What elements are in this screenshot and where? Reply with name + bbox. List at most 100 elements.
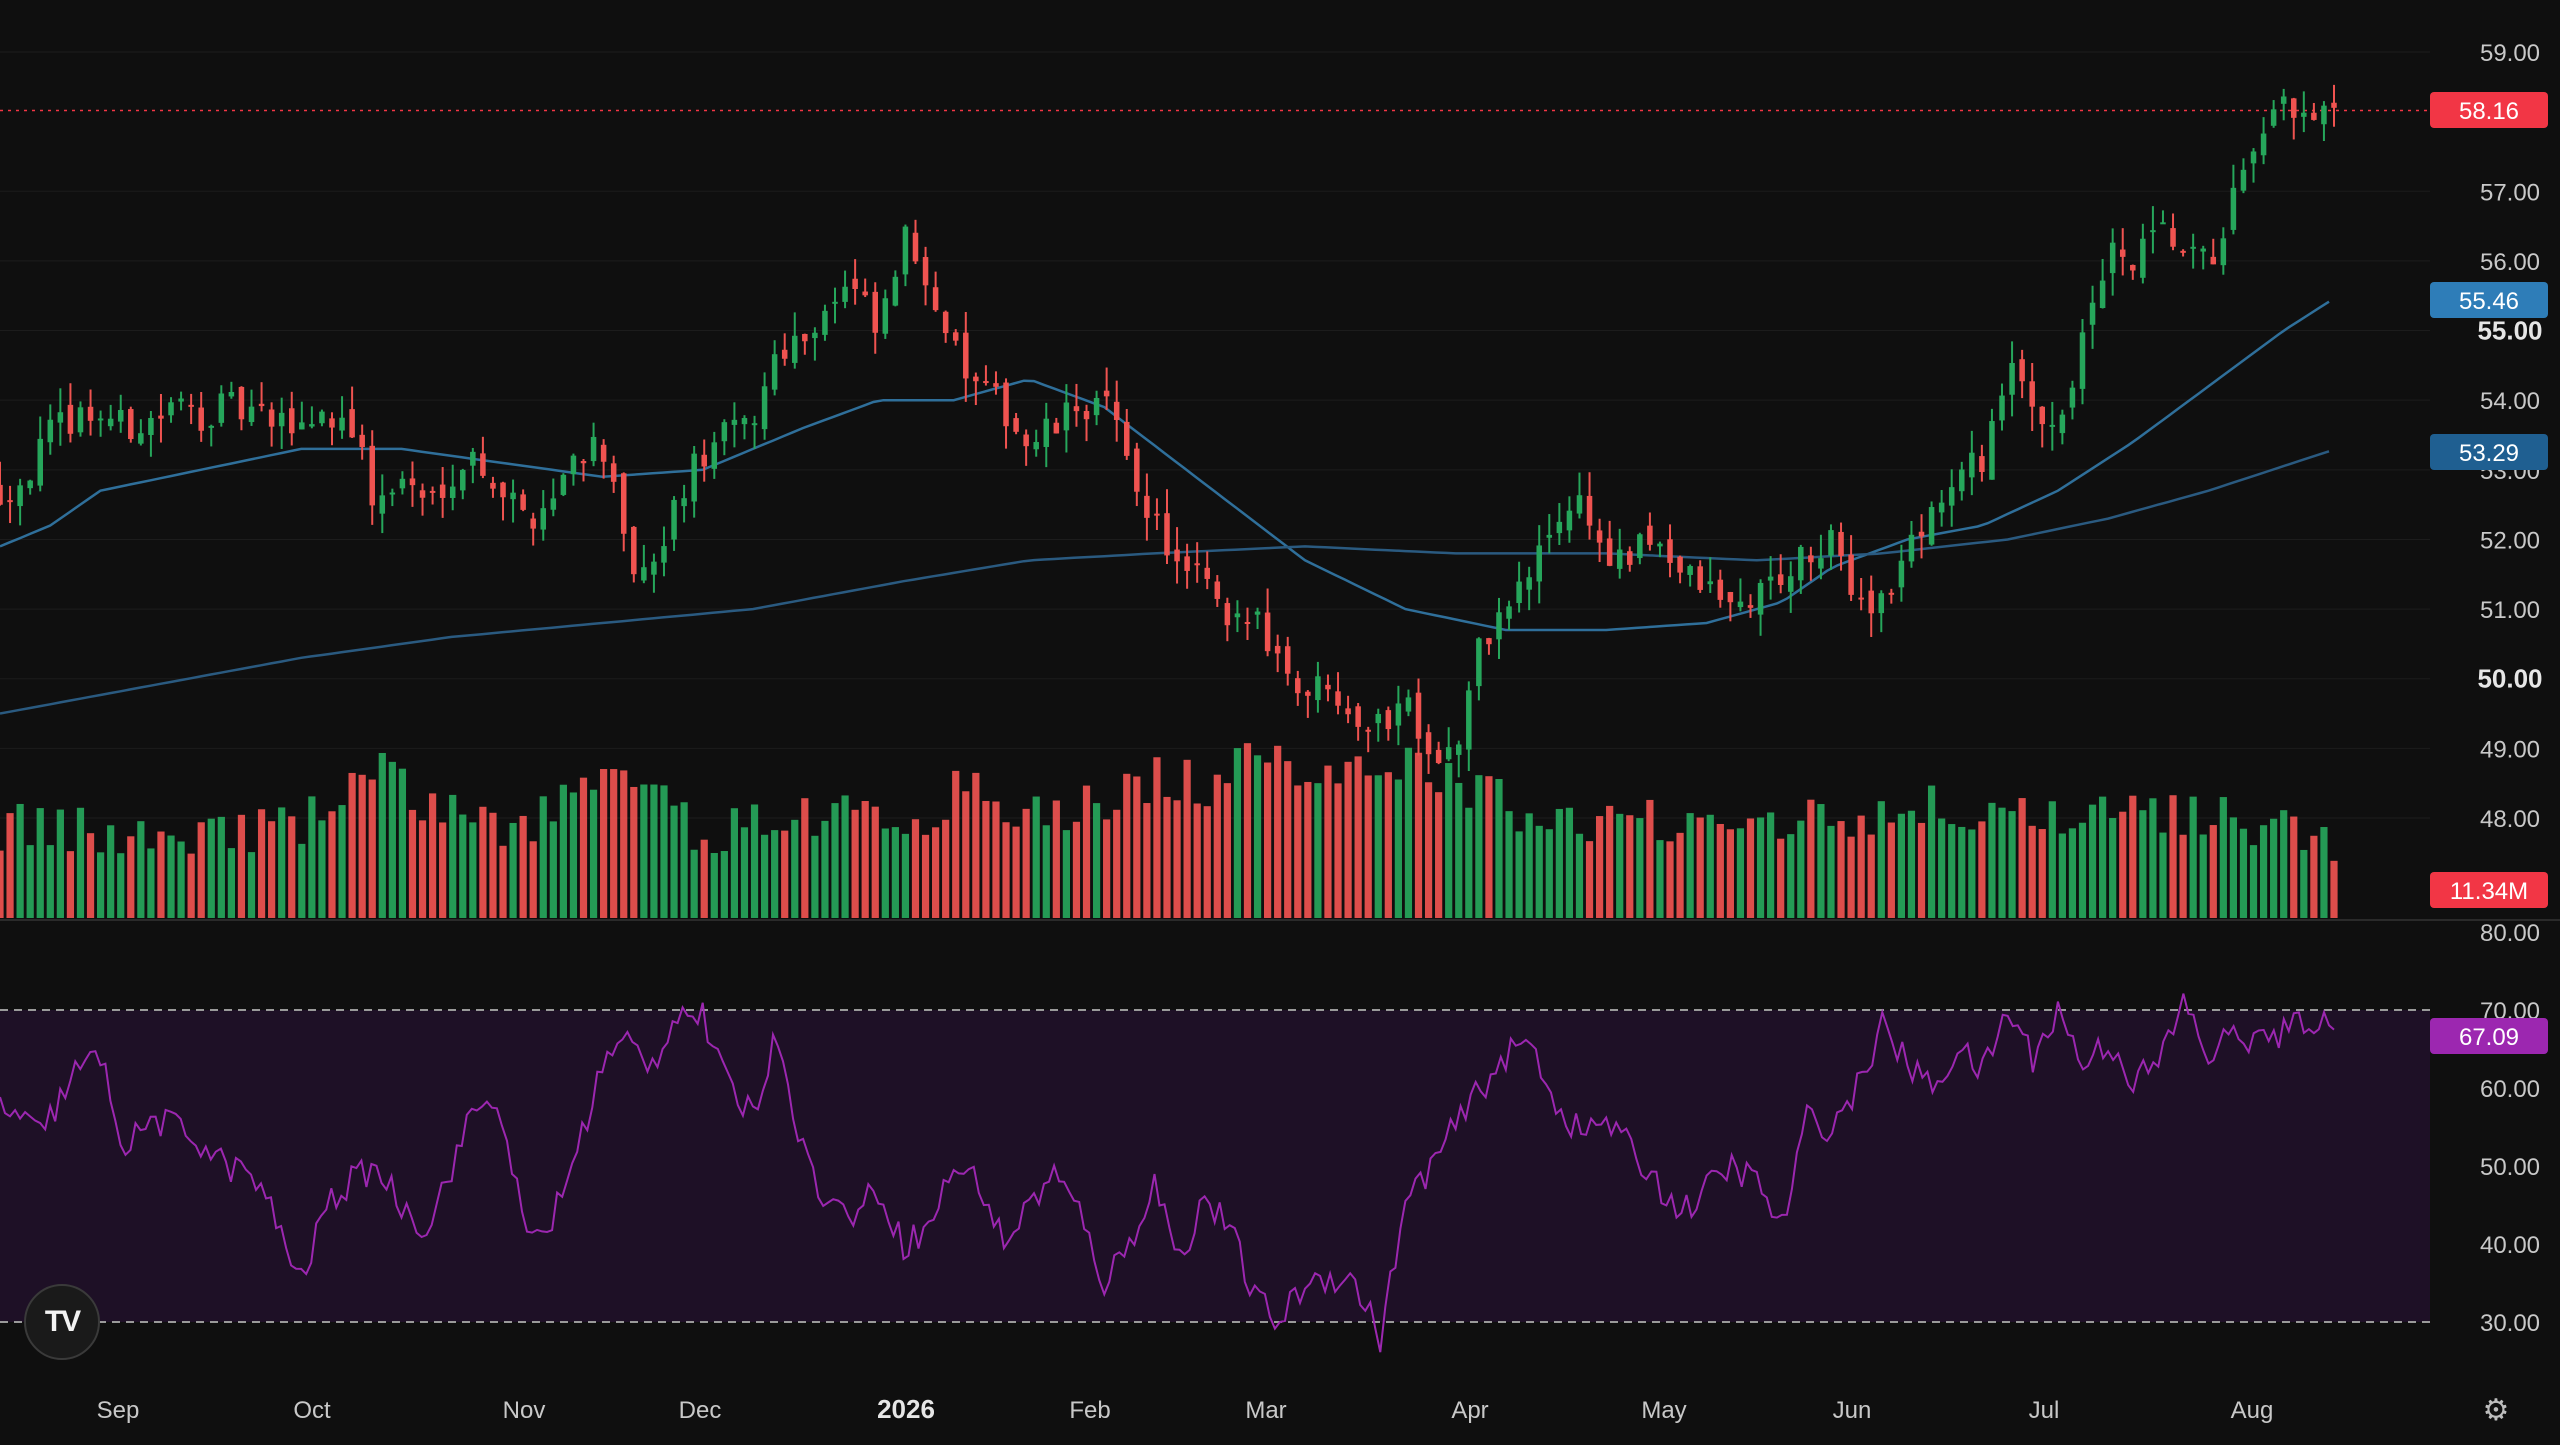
candle-body bbox=[1174, 549, 1180, 562]
volume-bar bbox=[2259, 825, 2268, 918]
candle-body bbox=[610, 463, 617, 482]
volume-bar bbox=[1435, 792, 1443, 918]
volume-bar bbox=[2290, 816, 2298, 918]
volume-bar bbox=[529, 841, 537, 918]
candle-body bbox=[1979, 456, 1985, 472]
volume-bar bbox=[1163, 796, 1171, 918]
moving-average-slow bbox=[0, 450, 2330, 715]
candle-body bbox=[1898, 560, 1905, 588]
candle-body bbox=[1586, 495, 1593, 526]
volume-bar bbox=[247, 852, 256, 918]
volume-bar bbox=[861, 801, 869, 918]
volume-bar bbox=[1595, 816, 1604, 918]
rsi-overbought-oversold-band bbox=[0, 1010, 2430, 1322]
volume-bar bbox=[942, 819, 950, 918]
candle-body bbox=[1043, 418, 1050, 448]
volume-bar bbox=[1676, 832, 1684, 918]
candle-body bbox=[1023, 434, 1029, 447]
price-tick-label: 49.00 bbox=[2480, 736, 2540, 763]
candle-body bbox=[2210, 256, 2217, 265]
candle-body bbox=[178, 398, 184, 402]
candle-body bbox=[1828, 530, 1834, 556]
volume-bar bbox=[449, 794, 457, 918]
candle-body bbox=[1325, 684, 1331, 690]
volume-bar bbox=[418, 820, 427, 918]
volume-bar bbox=[2270, 818, 2278, 918]
candle-body bbox=[1254, 611, 1261, 615]
candle-body bbox=[1274, 645, 1281, 654]
volume-bar bbox=[1012, 826, 1020, 918]
volume-bar bbox=[257, 809, 266, 918]
time-tick-label: Mar bbox=[1245, 1397, 1286, 1424]
volume-bar bbox=[207, 818, 215, 918]
volume-bar bbox=[227, 848, 235, 918]
candle-body bbox=[409, 478, 416, 486]
time-tick-label: Sep bbox=[97, 1397, 140, 1424]
candle-body bbox=[2180, 250, 2186, 253]
candle-body bbox=[862, 291, 868, 296]
tradingview-logo-icon[interactable]: TV bbox=[24, 1284, 100, 1360]
volume-bar bbox=[1606, 805, 1614, 918]
candle-body bbox=[0, 484, 3, 505]
volume-bar bbox=[338, 805, 346, 918]
candle-body bbox=[842, 286, 848, 302]
candle-body bbox=[2260, 133, 2267, 156]
volume-bar bbox=[1535, 825, 1543, 918]
candle-body bbox=[309, 424, 315, 427]
volume-bar bbox=[479, 806, 487, 918]
volume-bar bbox=[972, 772, 980, 918]
volume-bar bbox=[1103, 819, 1111, 918]
gear-icon[interactable]: ⚙ bbox=[2476, 1390, 2516, 1430]
candle-body bbox=[1657, 543, 1663, 547]
candle-body bbox=[1667, 539, 1673, 563]
volume-bar bbox=[368, 779, 376, 918]
volume-bar bbox=[2139, 810, 2147, 918]
candle-body bbox=[470, 451, 476, 466]
volume-bar bbox=[650, 784, 658, 918]
candle-body bbox=[560, 474, 567, 495]
rsi-band bbox=[0, 1009, 2430, 1323]
volume-bar bbox=[1565, 807, 1574, 918]
volume-bar bbox=[2169, 795, 2177, 918]
price-chart[interactable]: 59.0057.0056.0055.0054.0053.0052.0051.00… bbox=[0, 0, 2560, 1440]
candle-body bbox=[158, 415, 164, 419]
candle-body bbox=[2069, 387, 2076, 408]
volume-bar bbox=[589, 789, 598, 918]
time-tick-label: May bbox=[1641, 1397, 1686, 1424]
volume-bar bbox=[6, 813, 14, 918]
volume-bar bbox=[962, 791, 970, 918]
volume-bar bbox=[1746, 818, 1755, 918]
candle-body bbox=[97, 418, 104, 421]
ma-fast-tag: 55.46 bbox=[2459, 288, 2519, 315]
volume-bar bbox=[1072, 821, 1081, 918]
volume-bar bbox=[1304, 781, 1312, 918]
volume-bar bbox=[630, 786, 638, 918]
candle-body bbox=[238, 386, 245, 420]
volume-bar bbox=[1133, 776, 1141, 918]
candle-body bbox=[2039, 406, 2046, 425]
time-axis[interactable]: Sep Oct Nov Dec 2026 Feb Mar Apr May Jun Jul Aug bbox=[97, 1394, 2274, 1424]
candle-body bbox=[268, 409, 275, 427]
volume-bar bbox=[1897, 813, 1906, 918]
volume-bar bbox=[1837, 821, 1845, 918]
volume-bar bbox=[1585, 841, 1594, 918]
volume-bar bbox=[1274, 745, 1282, 918]
volume-bar bbox=[1646, 799, 1654, 918]
volume-bar bbox=[1917, 822, 1926, 918]
candle-body bbox=[922, 257, 929, 286]
rsi-tick-label: 60.00 bbox=[2480, 1076, 2540, 1103]
candle-body bbox=[2331, 102, 2337, 108]
volume-bar bbox=[1515, 831, 1523, 918]
volume-bar bbox=[1082, 785, 1091, 918]
candle-body bbox=[2130, 264, 2136, 271]
volume-bar bbox=[1907, 810, 1916, 918]
volume-bar bbox=[1767, 812, 1775, 918]
candle-body bbox=[1214, 581, 1221, 599]
candle-body bbox=[1435, 749, 1442, 764]
volume-bar bbox=[610, 769, 618, 918]
candle-body bbox=[138, 433, 144, 444]
candle-body bbox=[570, 455, 577, 475]
rsi-axis[interactable]: 80.0070.0060.0050.0040.0030.00 bbox=[2480, 920, 2540, 1337]
chart-stage[interactable]: 59.00 57.00 56.00 55.00 54.00 53.00 52.00 51.00… bbox=[0, 0, 2560, 1440]
candle-body bbox=[1284, 646, 1291, 674]
